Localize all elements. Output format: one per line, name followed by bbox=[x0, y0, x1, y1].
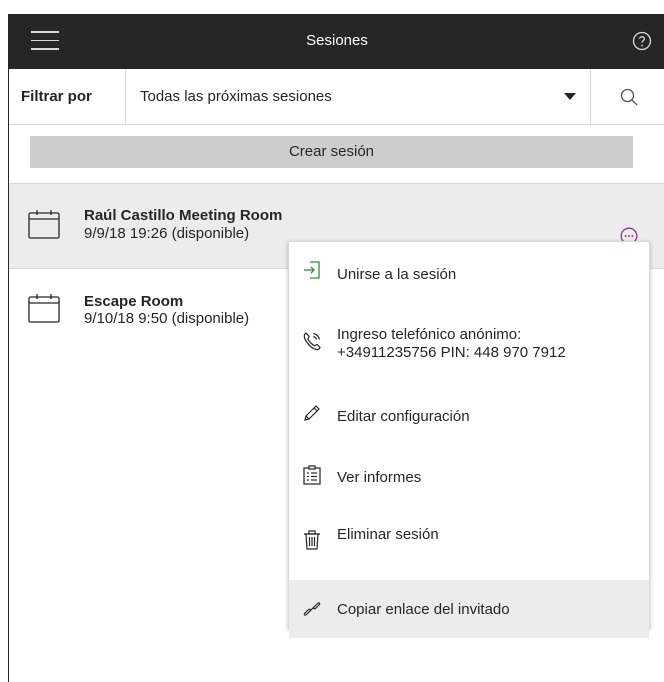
calendar-icon bbox=[28, 294, 60, 323]
trash-icon bbox=[304, 530, 320, 550]
search-icon bbox=[620, 88, 638, 106]
menu-item-label: Ingreso telefónico anónimo: bbox=[337, 326, 522, 343]
session-name: Raúl Castillo Meeting Room bbox=[84, 207, 283, 224]
help-icon[interactable] bbox=[632, 31, 652, 51]
menu-item-join-session[interactable]: Unirse a la sesión bbox=[289, 242, 649, 303]
app-frame: Sesiones Filtrar por Todas las próximas … bbox=[8, 14, 664, 682]
menu-item-label: Editar configuración bbox=[337, 408, 470, 425]
menu-item-phone-number: +34911235756 PIN: 448 970 7912 bbox=[337, 344, 566, 361]
search-button[interactable] bbox=[591, 69, 664, 125]
page-title: Sesiones bbox=[306, 32, 368, 49]
session-datetime: 9/10/18 9:50 (disponible) bbox=[84, 310, 250, 327]
menu-item-phone-dial-in[interactable]: Ingreso telefónico anónimo: +34911235756… bbox=[289, 303, 649, 383]
phone-icon bbox=[303, 332, 321, 351]
session-name: Escape Room bbox=[84, 293, 184, 310]
session-datetime: 9/9/18 19:26 (disponible) bbox=[84, 225, 250, 242]
filter-selected-value: Todas las próximas sesiones bbox=[140, 88, 332, 105]
filter-label: Filtrar por bbox=[21, 88, 92, 105]
filter-select[interactable]: Todas las próximas sesiones bbox=[126, 69, 590, 125]
top-bar: Sesiones bbox=[9, 14, 664, 69]
menu-item-view-reports[interactable]: Ver informes bbox=[289, 445, 649, 505]
menu-item-copy-guest-link[interactable]: Copiar enlace del invitado bbox=[289, 580, 649, 638]
menu-item-label: Copiar enlace del invitado bbox=[337, 601, 510, 618]
join-icon bbox=[304, 261, 320, 279]
menu-item-label: Unirse a la sesión bbox=[337, 266, 457, 283]
menu-item-edit-settings[interactable]: Editar configuración bbox=[289, 383, 649, 445]
report-icon bbox=[303, 465, 321, 485]
filter-bar: Filtrar por Todas las próximas sesiones bbox=[9, 69, 664, 125]
create-session-button[interactable]: Crear sesión bbox=[30, 136, 633, 168]
menu-item-delete-session[interactable]: Eliminar sesión bbox=[289, 505, 649, 580]
pencil-icon bbox=[304, 405, 320, 421]
menu-item-label: Eliminar sesión bbox=[337, 526, 439, 543]
calendar-icon bbox=[28, 210, 60, 239]
session-context-menu: Unirse a la sesión Ingreso telefónico an… bbox=[288, 241, 650, 638]
caret-down-icon bbox=[564, 93, 576, 100]
link-icon bbox=[303, 602, 321, 616]
menu-item-label: Ver informes bbox=[337, 469, 422, 486]
